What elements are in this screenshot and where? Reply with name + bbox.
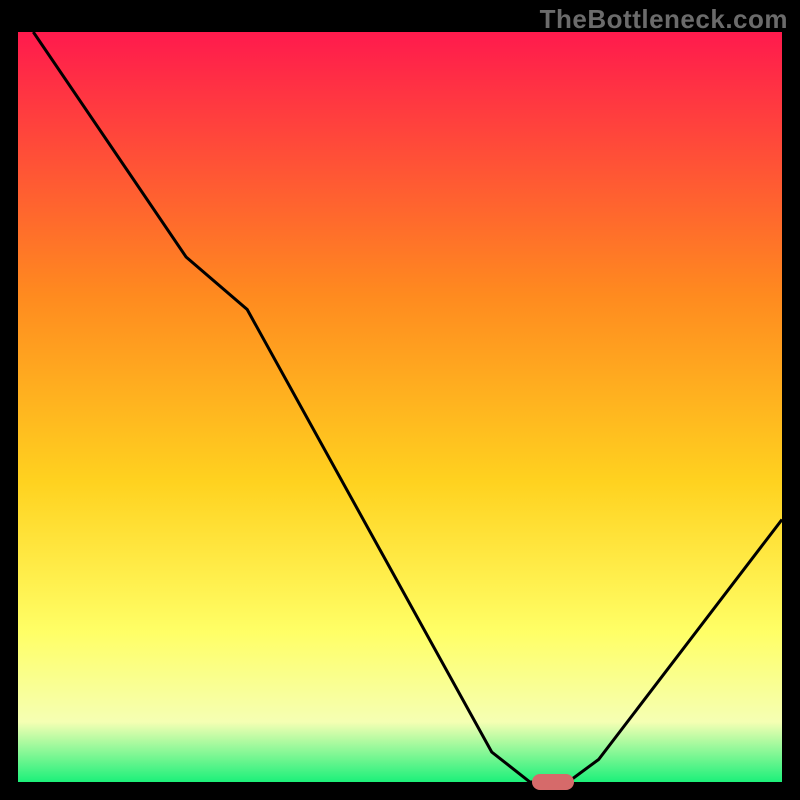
chart-svg [18,32,782,782]
chart-frame: TheBottleneck.com [0,0,800,800]
watermark-text: TheBottleneck.com [540,4,788,35]
plot-area [18,32,782,782]
optimal-marker [532,774,574,790]
